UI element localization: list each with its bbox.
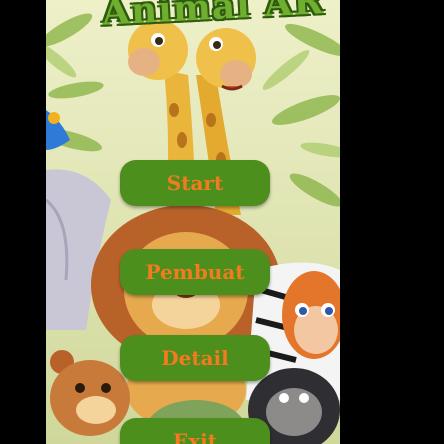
detail-button-label: Detail <box>161 346 229 370</box>
start-button-label: Start <box>166 171 224 195</box>
detail-button[interactable]: Detail <box>120 335 270 381</box>
app-screen: Animal AR Start Pembuat Detail Exit <box>46 0 340 444</box>
exit-button[interactable]: Exit <box>120 418 270 444</box>
pembuat-button[interactable]: Pembuat <box>120 249 270 295</box>
start-button[interactable]: Start <box>120 160 270 206</box>
pembuat-button-label: Pembuat <box>145 260 245 284</box>
exit-button-label: Exit <box>172 429 217 444</box>
